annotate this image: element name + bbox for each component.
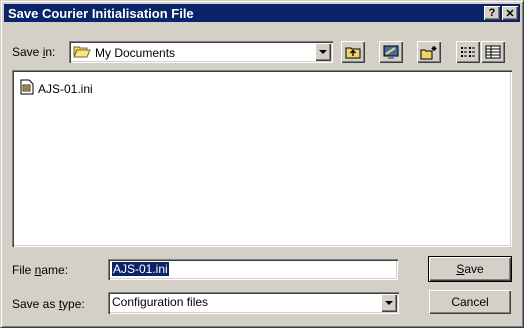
details-view-icon [485,45,501,59]
file-name-input[interactable]: AJS-01.ini [108,259,398,280]
file-list[interactable]: AJS-01.ini [12,70,512,247]
save-button[interactable]: Save [428,256,512,282]
chevron-down-icon[interactable] [381,294,397,312]
save-as-type-value: Configuration files [112,295,209,309]
save-in-value: My Documents [95,45,176,60]
help-button[interactable]: ? [484,6,500,20]
ini-file-icon [20,79,34,98]
new-folder-button[interactable] [417,41,441,63]
chevron-down-icon[interactable] [315,43,331,61]
close-button[interactable]: ✕ [502,6,518,20]
list-view-button[interactable] [456,41,480,63]
list-item[interactable]: AJS-01.ini [20,79,93,98]
details-view-button[interactable] [481,41,505,63]
save-dialog: Save Courier Initialisation File ? ✕ Sav… [0,0,524,328]
folder-icon [73,44,91,61]
up-one-level-button[interactable] [341,41,365,63]
save-in-dropdown[interactable]: My Documents [69,41,333,63]
desktop-icon [383,45,399,59]
file-name-label: File name: [12,263,69,277]
new-folder-icon [420,45,437,59]
cancel-button[interactable]: Cancel [429,290,511,314]
list-view-icon [461,47,475,57]
file-name-value: AJS-01.ini [112,262,169,276]
window-title: Save Courier Initialisation File [8,5,194,21]
up-one-level-icon [345,47,361,59]
save-in-label: Save in: [12,45,56,59]
title-bar[interactable]: Save Courier Initialisation File ? ✕ [4,4,520,22]
save-as-type-dropdown[interactable]: Configuration files [108,292,399,314]
save-as-type-label: Save as type: [12,297,85,311]
desktop-button[interactable] [379,41,403,63]
file-name-label: AJS-01.ini [38,81,93,96]
